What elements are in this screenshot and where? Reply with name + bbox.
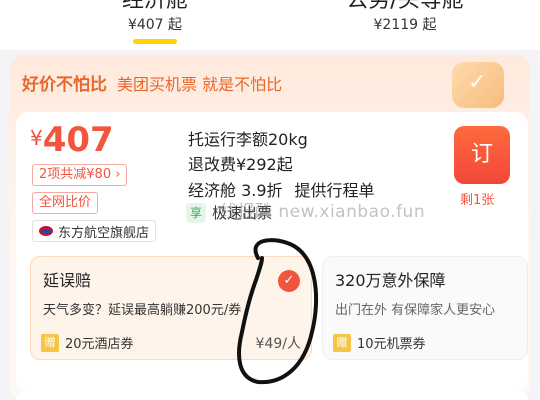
price-currency: ¥ [30,126,43,150]
book-button[interactable]: 订 [454,126,510,184]
promo-header: 好价不怕比 美团买机票 就是不怕比 [22,70,283,96]
tab-business-price: ¥2119 起 [373,17,437,33]
airline-name: 东方航空旗舰店 [58,225,150,241]
airline-logo-icon [39,224,53,238]
gift-tag: 赠 [41,333,59,352]
gift-tag: 赠 [333,333,351,352]
next-card-edge [16,392,528,400]
compare-chip: 全网比价 [32,192,99,214]
tab-business[interactable]: 公务/头等舱 ¥2119 起 [325,0,485,34]
cabin-tabs: 经济舱 ¥407 起 公务/头等舱 ¥2119 起 [0,0,540,50]
promo-badge: 好价不怕比 [22,75,107,95]
tab-economy-label: 经济舱 [121,0,188,13]
fast-tag: 享 [186,202,206,223]
insurance-desc: 天气多变？延误最高躺赚200元/券 [43,303,242,318]
baggage-info: 托运行李额20kg [188,130,308,149]
watermark: 线报酷 new.xianbao.fun [220,202,426,222]
checkmark-icon[interactable]: ✓ [278,270,300,292]
remaining-seats: 剩1张 [460,193,495,208]
tab-economy-price: ¥407 起 [127,17,183,33]
airline-store[interactable]: 东方航空旗舰店 [32,220,157,242]
insurance-price: ¥49/人 [255,336,301,352]
refund-info: 退改费¥292起 [188,155,293,174]
insurance-delay[interactable]: 延误赔 天气多变？延误最高躺赚200元/券 赠 20元酒店券 ¥49/人 [30,256,312,360]
flight-price: ¥407 [30,120,114,160]
insurance-accident[interactable]: 320万意外保障 出门在外 有保障家人更安心 赠 10元机票券 [322,256,528,360]
tab-selected-indicator [133,39,177,44]
insurance-title: 延误赔 [43,271,92,290]
price-value: 407 [42,120,114,160]
insurance-gift: 赠 20元酒店券 [41,333,134,352]
gift-text: 20元酒店券 [65,337,134,352]
insurance-title: 320万意外保障 [335,271,446,290]
gift-text: 10元机票券 [357,337,426,352]
tab-economy[interactable]: 经济舱 ¥407 起 [80,0,230,44]
insurance-gift: 赠 10元机票券 [333,333,426,352]
tab-business-label: 公务/头等舱 [346,0,464,13]
insurance-desc: 出门在外 有保障家人更安心 [335,303,496,318]
promo-subtitle: 美团买机票 就是不怕比 [117,74,283,94]
discount-chip[interactable]: 2项共减¥80 › [32,164,128,186]
shield-icon [452,62,504,108]
